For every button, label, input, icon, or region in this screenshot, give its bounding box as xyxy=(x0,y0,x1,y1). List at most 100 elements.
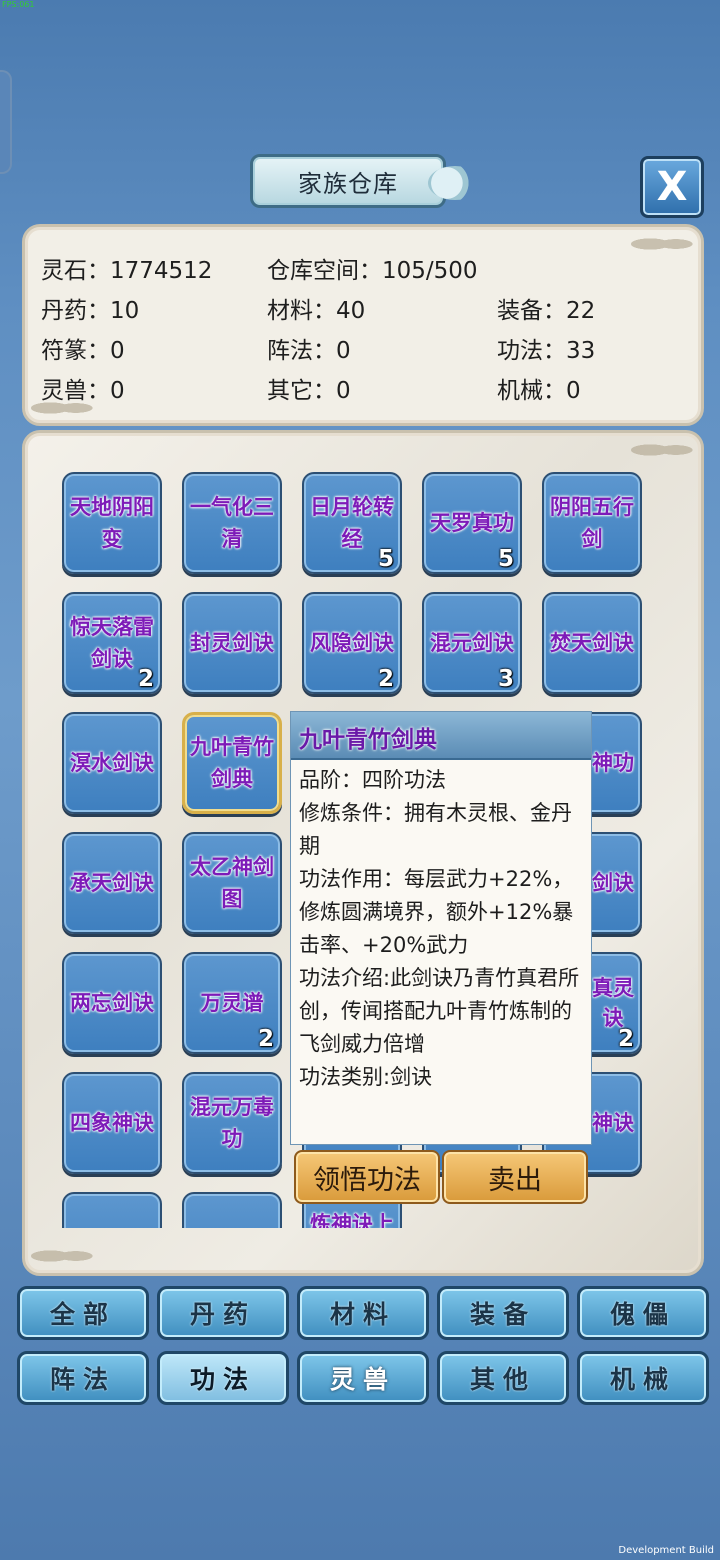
tab-label: 机械 xyxy=(609,1365,676,1394)
tab-label: 装备 xyxy=(469,1300,536,1329)
storage-space: 仓库空间：105/500 xyxy=(267,258,478,284)
tab-label: 全部 xyxy=(49,1300,116,1329)
item-slot[interactable] xyxy=(182,1192,282,1228)
tab-equipment[interactable]: 装备 xyxy=(437,1286,569,1340)
item-name: 承天剑诀 xyxy=(70,871,154,895)
spirit-stone-count: 灵石：1774512 xyxy=(41,258,213,284)
tab-techniques[interactable]: 功法 xyxy=(157,1351,289,1405)
learn-technique-label: 领悟功法 xyxy=(313,1164,421,1196)
item-slot[interactable]: 惊天落雷剑诀 2 xyxy=(62,592,162,694)
item-count: 2 xyxy=(377,666,394,692)
sell-button[interactable]: 卖出 xyxy=(442,1150,588,1204)
item-name: 混元剑诀 xyxy=(430,631,514,655)
formations-count: 阵法：0 xyxy=(267,338,351,364)
item-count: 2 xyxy=(257,1026,274,1052)
item-slot[interactable]: 万灵谱 2 xyxy=(182,952,282,1054)
item-slot[interactable]: 太乙神剑图 xyxy=(182,832,282,934)
item-count: 2 xyxy=(137,666,154,692)
item-name: 溟水剑诀 xyxy=(70,751,154,775)
item-slot[interactable]: 溟水剑诀 xyxy=(62,712,162,814)
pills-count: 丹药：10 xyxy=(41,298,140,324)
fps-counter: FPS:061 xyxy=(2,0,35,9)
tooltip-category: 功法类别:剑诀 xyxy=(299,1065,433,1089)
item-name: 风隐剑诀 xyxy=(310,631,394,655)
tooltip-requirement: 修炼条件：拥有木灵根、金丹期 xyxy=(299,801,572,858)
item-slot[interactable]: 日月轮转经 5 xyxy=(302,472,402,574)
item-name: 天罗真功 xyxy=(430,511,514,535)
cloud-ornament-icon xyxy=(631,437,695,463)
learn-technique-button[interactable]: 领悟功法 xyxy=(294,1150,440,1204)
cloud-ornament-icon xyxy=(31,1243,95,1269)
item-slot[interactable]: 承天剑诀 xyxy=(62,832,162,934)
tab-machines[interactable]: 机械 xyxy=(577,1351,709,1405)
sell-label: 卖出 xyxy=(488,1164,542,1196)
item-slot[interactable]: 混元剑诀 3 xyxy=(422,592,522,694)
item-name: 两忘剑诀 xyxy=(70,991,154,1015)
tab-beasts[interactable]: 灵兽 xyxy=(297,1351,429,1405)
close-icon: X xyxy=(656,164,688,210)
others-count: 其它：0 xyxy=(267,378,351,404)
tab-materials[interactable]: 材料 xyxy=(297,1286,429,1340)
tab-pills[interactable]: 丹药 xyxy=(157,1286,289,1340)
item-name: 神功 xyxy=(592,751,634,775)
item-count: 5 xyxy=(497,546,514,572)
equipment-count: 装备：22 xyxy=(497,298,596,324)
item-slot[interactable]: 封灵剑诀 xyxy=(182,592,282,694)
item-name: 阴阳五行剑 xyxy=(550,495,634,551)
item-slot[interactable]: 两忘剑诀 xyxy=(62,952,162,1054)
materials-count: 材料：40 xyxy=(267,298,366,324)
item-slot[interactable]: 一气化三清 xyxy=(182,472,282,574)
item-slot[interactable]: 阴阳五行剑 xyxy=(542,472,642,574)
item-name: 混元万毒功 xyxy=(190,1095,274,1151)
item-count: 5 xyxy=(377,546,394,572)
tab-label: 阵法 xyxy=(49,1365,116,1394)
item-count: 3 xyxy=(497,666,514,692)
beasts-count: 灵兽：0 xyxy=(41,378,125,404)
item-detail-tooltip: 九叶青竹剑典 品阶：四阶功法 修炼条件：拥有木灵根、金丹期 功法作用：每层武力+… xyxy=(290,711,592,1145)
tooltip-grade: 品阶：四阶功法 xyxy=(299,768,446,792)
item-slot[interactable]: 风隐剑诀 2 xyxy=(302,592,402,694)
storage-info-panel: 灵石：1774512 仓库空间：105/500 丹药：10 材料：40 装备：2… xyxy=(22,224,704,426)
item-slot-selected[interactable]: 九叶青竹剑典 xyxy=(182,712,282,814)
item-slot[interactable]: 天罗真功 5 xyxy=(422,472,522,574)
tab-label: 丹药 xyxy=(189,1300,256,1329)
tooltip-title: 九叶青竹剑典 xyxy=(299,727,437,753)
item-name: 炼神诀上 xyxy=(310,1212,394,1228)
item-slot[interactable] xyxy=(62,1192,162,1228)
item-slot[interactable]: 四象神诀 xyxy=(62,1072,162,1174)
tab-label: 灵兽 xyxy=(329,1365,396,1394)
talismans-count: 符篆：0 xyxy=(41,338,125,364)
machines-count: 机械：0 xyxy=(497,378,581,404)
item-count: 2 xyxy=(617,1026,634,1052)
tab-label: 材料 xyxy=(329,1300,396,1329)
tooltip-effect: 功法作用：每层武力+22%，修炼圆满境界，额外+12%暴击率、+20%武力 xyxy=(299,867,574,957)
cloud-ornament-icon xyxy=(631,231,695,257)
item-slot[interactable]: 焚天剑诀 xyxy=(542,592,642,694)
build-label: Development Build xyxy=(618,1545,714,1556)
item-name: 九叶青竹剑典 xyxy=(190,735,274,791)
tab-others[interactable]: 其他 xyxy=(437,1351,569,1405)
item-slot[interactable]: 天地阴阳变 xyxy=(62,472,162,574)
item-name: 焚天剑诀 xyxy=(550,631,634,655)
item-name: 太乙神剑图 xyxy=(190,855,274,911)
item-name: 四象神诀 xyxy=(70,1111,154,1135)
item-name: 天地阴阳变 xyxy=(70,495,154,551)
side-handle[interactable] xyxy=(0,70,12,174)
item-name: 神诀 xyxy=(592,1111,634,1135)
tooltip-description: 功法介绍:此剑诀乃青竹真君所创，传闻搭配九叶青竹炼制的飞剑威力倍增 xyxy=(299,966,580,1056)
item-name: 封灵剑诀 xyxy=(190,631,274,655)
tab-label: 其他 xyxy=(469,1365,536,1394)
window-title: 家族仓库 xyxy=(250,154,446,208)
tab-puppets[interactable]: 傀儡 xyxy=(577,1286,709,1340)
item-name: 一气化三清 xyxy=(190,495,274,551)
item-name: 剑诀 xyxy=(592,871,634,895)
tooltip-body: 品阶：四阶功法 修炼条件：拥有木灵根、金丹期 功法作用：每层武力+22%，修炼圆… xyxy=(299,764,589,1094)
close-button[interactable]: X xyxy=(640,156,704,218)
tab-label: 功法 xyxy=(189,1365,256,1394)
cloud-ornament-icon xyxy=(428,166,482,200)
tab-label: 傀儡 xyxy=(609,1300,676,1329)
item-slot[interactable]: 混元万毒功 xyxy=(182,1072,282,1174)
tab-formations[interactable]: 阵法 xyxy=(17,1351,149,1405)
tab-all[interactable]: 全部 xyxy=(17,1286,149,1340)
title-text: 家族仓库 xyxy=(298,169,398,198)
